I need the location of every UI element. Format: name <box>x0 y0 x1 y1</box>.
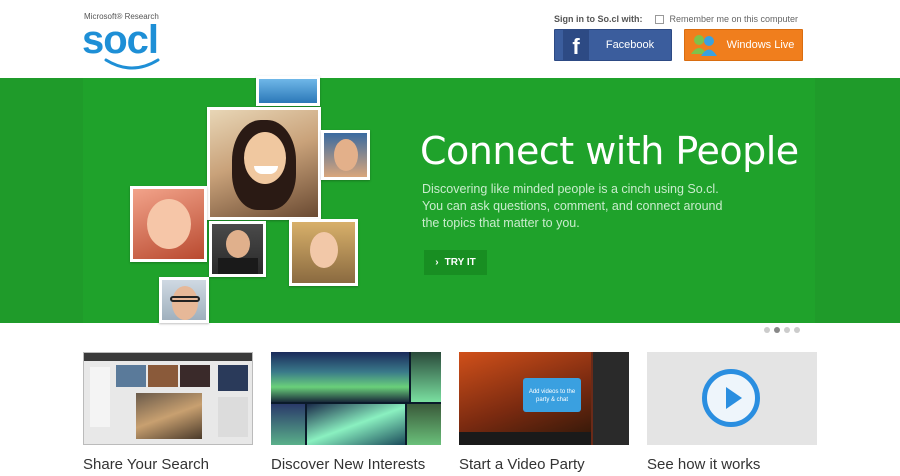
signin-row: Sign in to So.cl with: Remember me on th… <box>554 12 798 26</box>
header: Microsoft® Research socl Sign in to So.c… <box>0 0 900 78</box>
windows-live-button-label: Windows Live <box>726 39 795 51</box>
logo-word: socl <box>82 18 159 62</box>
chevron-right-icon: › <box>435 257 439 268</box>
hero-description: Discovering like minded people is a cinc… <box>422 182 723 230</box>
remember-me[interactable]: Remember me on this computer <box>654 14 799 24</box>
windows-live-signin-button[interactable]: Windows Live <box>684 29 803 61</box>
facebook-icon: f <box>563 30 589 60</box>
carousel-dots <box>764 327 800 333</box>
photo-main-woman <box>207 107 321 220</box>
try-it-label: TRY IT <box>444 257 476 268</box>
hero-edge-right <box>815 78 900 323</box>
socl-logo[interactable]: Microsoft® Research socl <box>82 10 192 72</box>
carousel-dot[interactable] <box>784 327 790 333</box>
tile-share-your-search[interactable] <box>83 352 253 445</box>
photo-man-center <box>209 221 266 277</box>
tile-label-discover-new-interests[interactable]: Discover New Interests <box>271 456 425 473</box>
facebook-button-label: Facebook <box>605 39 655 51</box>
carousel-dot[interactable] <box>774 327 780 333</box>
carousel-dot[interactable] <box>764 327 770 333</box>
photo-top-swimmer <box>256 76 320 106</box>
tile-label-start-a-video-party[interactable]: Start a Video Party <box>459 456 585 473</box>
photo-laughing-man <box>130 186 207 262</box>
hero-edge-left <box>0 78 83 323</box>
photo-man-glasses <box>159 277 209 323</box>
tile-label-see-how-it-works[interactable]: See how it works <box>647 456 760 473</box>
photo-woman-right <box>321 130 370 180</box>
tile-start-a-video-party[interactable]: Add videos to the party & chat <box>459 352 629 445</box>
windows-live-icon <box>691 35 717 56</box>
remember-label: Remember me on this computer <box>669 14 799 24</box>
signin-label: Sign in to So.cl with: <box>554 14 643 24</box>
smile-icon <box>104 58 160 70</box>
play-icon[interactable] <box>702 369 760 427</box>
tile-label-share-your-search[interactable]: Share Your Search <box>83 456 209 473</box>
remember-checkbox[interactable] <box>654 14 664 24</box>
tile-discover-new-interests[interactable] <box>271 352 441 445</box>
hero-title: Connect with People <box>420 129 799 173</box>
video-party-callout: Add videos to the party & chat <box>523 378 581 412</box>
try-it-button[interactable]: › TRY IT <box>424 250 487 275</box>
carousel-dot[interactable] <box>794 327 800 333</box>
facebook-signin-button[interactable]: f Facebook <box>554 29 672 61</box>
tile-see-how-it-works[interactable] <box>647 352 817 445</box>
photo-woman-blonde <box>289 219 358 286</box>
